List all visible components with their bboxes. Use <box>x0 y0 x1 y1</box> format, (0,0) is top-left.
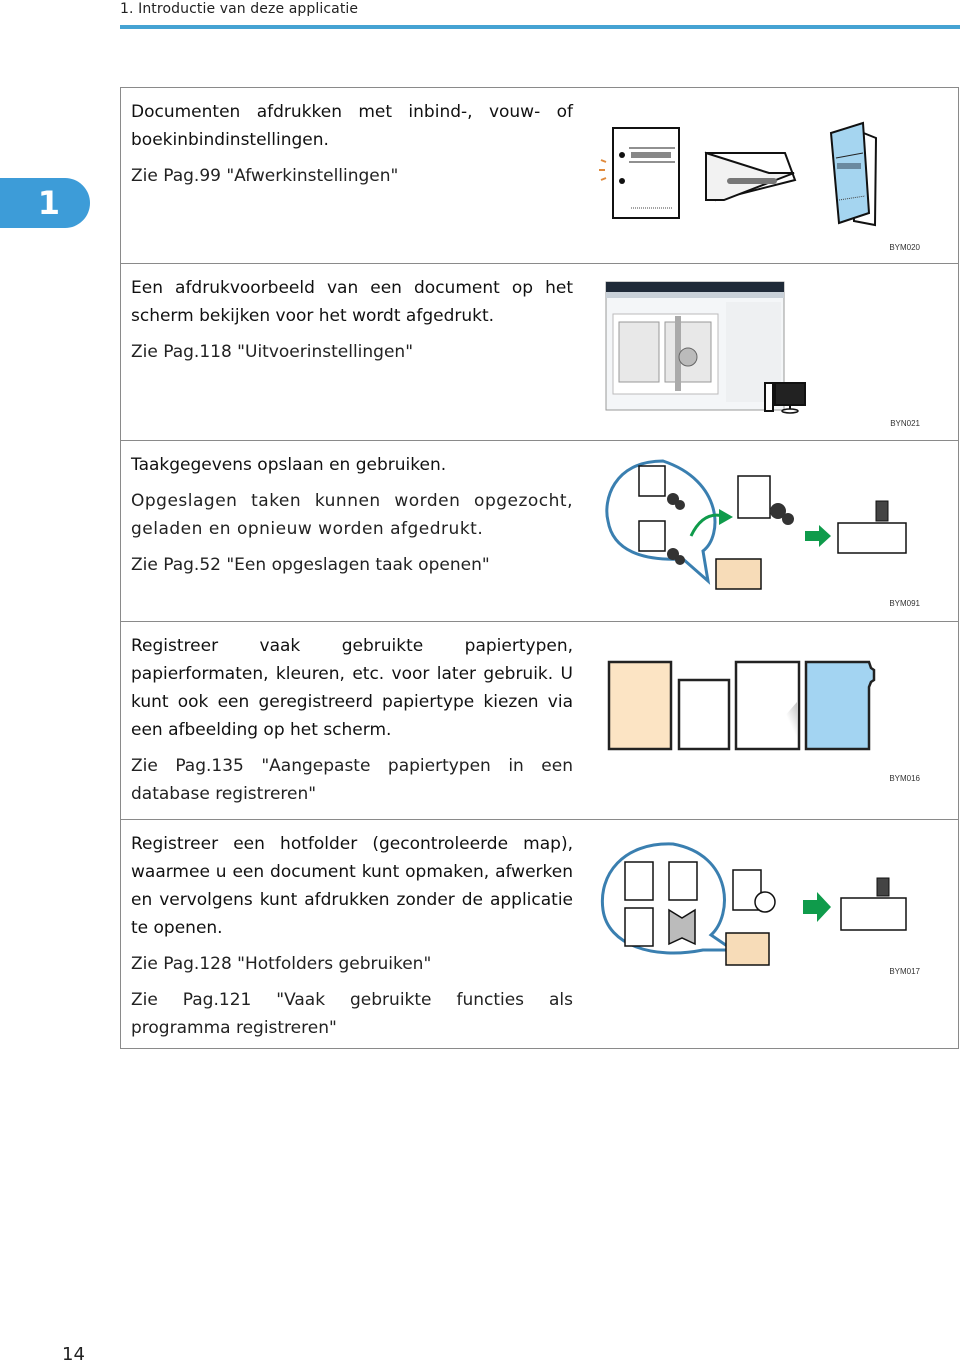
header-rule <box>120 25 960 29</box>
figure-code: BYN021 <box>890 419 920 428</box>
row-text: Documenten afdrukken met inbind-, vouw- … <box>121 88 583 263</box>
preview-screen-illustration <box>605 281 806 414</box>
booklet-icon <box>829 121 878 227</box>
page-reference-link[interactable]: Zie Pag.99 "Afwerkinstellingen" <box>131 162 573 190</box>
paper-cream-icon <box>607 660 673 751</box>
row-heading: Registreer vaak gebruikte papiertypen, p… <box>131 636 573 740</box>
chapter-number: 1 <box>37 184 60 222</box>
row-text: Registreer een hotfolder (gecontroleerde… <box>121 820 583 1048</box>
page-reference-link[interactable]: Zie Pag.121 "Vaak gebruikte functies als… <box>131 986 573 1042</box>
page-reference-link[interactable]: Zie Pag.52 "Een opgeslagen taak openen" <box>131 551 573 579</box>
stored-jobs-illustration <box>605 459 907 590</box>
page-header: 1. Introductie van deze applicatie <box>120 0 960 30</box>
row-body: Opgeslagen taken kunnen worden opgezocht… <box>131 491 573 539</box>
row-text: Taakgegevens opslaan en gebruiken. Opges… <box>121 441 583 621</box>
row-figure: BYM016 <box>583 622 958 819</box>
row-text: Registreer vaak gebruikte papiertypen, p… <box>121 622 583 819</box>
page-reference-link[interactable]: Zie Pag.128 "Hotfolders gebruiken" <box>131 950 573 978</box>
figure-code: BYM017 <box>889 967 920 976</box>
paper-small-white-icon <box>677 678 731 751</box>
finishing-illustration <box>599 121 878 227</box>
feature-table: Documenten afdrukken met inbind-, vouw- … <box>120 87 959 1049</box>
page-number: 14 <box>62 1344 85 1365</box>
row-figure: BYN021 <box>583 264 958 440</box>
row-heading: Een afdrukvoorbeeld van een document op … <box>131 278 573 326</box>
figure-code: BYM016 <box>889 774 920 783</box>
paper-tab-icon <box>804 660 876 751</box>
chapter-tab: 1 <box>0 178 90 228</box>
row-text: Een afdrukvoorbeeld van een document op … <box>121 264 583 440</box>
table-row: Een afdrukvoorbeeld van een document op … <box>121 264 958 441</box>
row-heading: Registreer een hotfolder (gecontroleerde… <box>131 834 573 938</box>
table-row: Taakgegevens opslaan en gebruiken. Opges… <box>121 441 958 622</box>
paper-types-illustration <box>607 660 876 751</box>
row-figure: BYM091 <box>583 441 958 621</box>
punched-page-icon <box>599 127 680 219</box>
row-figure: BYM020 <box>583 88 958 263</box>
printer-icon <box>837 500 907 554</box>
row-figure: BYM017 <box>583 820 958 1048</box>
figure-code: BYM091 <box>889 599 920 608</box>
page-reference-link[interactable]: Zie Pag.135 "Aangepaste papiertypen in e… <box>131 752 573 808</box>
figure-code: BYM020 <box>889 243 920 252</box>
chapter-title: 1. Introductie van deze applicatie <box>120 1 359 17</box>
hotfolder-illustration <box>600 842 907 966</box>
folded-page-icon <box>704 151 797 202</box>
page-reference-link[interactable]: Zie Pag.118 "Uitvoerinstellingen" <box>131 338 573 366</box>
table-row: Registreer vaak gebruikte papiertypen, p… <box>121 622 958 820</box>
row-heading: Taakgegevens opslaan en gebruiken. <box>131 455 447 475</box>
computer-monitor-icon <box>764 382 806 414</box>
table-row: Registreer een hotfolder (gecontroleerde… <box>121 820 958 1048</box>
row-heading: Documenten afdrukken met inbind-, vouw- … <box>131 102 573 150</box>
table-row: Documenten afdrukken met inbind-, vouw- … <box>121 88 958 264</box>
